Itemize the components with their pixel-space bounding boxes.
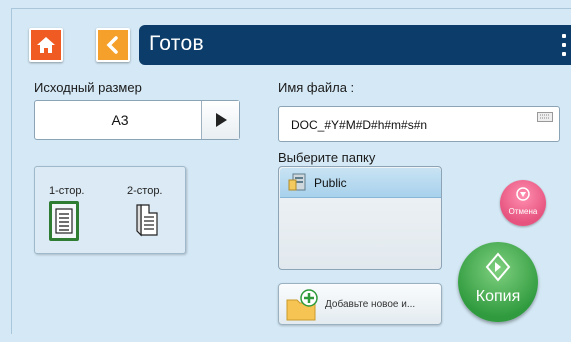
add-folder-label: Добавьте новое и... <box>325 299 416 310</box>
original-size-value: A3 <box>111 112 129 128</box>
add-folder-button[interactable]: Добавьте новое и... <box>278 283 442 325</box>
two-sided-document-icon <box>136 204 158 237</box>
add-folder-icon <box>286 289 318 321</box>
title-bar: Готов <box>139 25 571 65</box>
folder-item-label: Public <box>314 176 347 190</box>
home-button[interactable] <box>29 28 63 62</box>
two-sided-option[interactable] <box>135 203 159 242</box>
filename-label: Имя файла : <box>278 80 355 95</box>
copy-button[interactable]: Копия <box>458 242 538 322</box>
cancel-button[interactable]: Отмена <box>500 180 546 226</box>
size-next-button[interactable] <box>201 101 239 139</box>
more-vert-icon[interactable] <box>561 34 567 56</box>
play-arrow-icon <box>215 113 227 127</box>
document-icon <box>55 208 73 234</box>
original-size-label: Исходный размер <box>34 80 142 95</box>
keyboard-icon <box>537 112 553 122</box>
two-sided-label: 2-стор. <box>127 185 163 197</box>
home-icon <box>37 37 55 53</box>
original-size-selector[interactable]: A3 <box>34 100 240 140</box>
chevron-left-icon <box>106 36 118 54</box>
filename-value: DOC_#Y#M#D#h#m#s#n <box>291 118 428 132</box>
folder-list[interactable]: Public <box>278 166 442 270</box>
back-button[interactable] <box>96 28 130 62</box>
one-sided-label: 1-стор. <box>49 185 85 197</box>
filename-field[interactable]: DOC_#Y#M#D#h#m#s#n <box>278 106 560 142</box>
stop-icon <box>516 187 530 201</box>
sides-panel: 1-стор. 2-стор. <box>34 166 186 254</box>
cancel-label: Отмена <box>508 207 538 216</box>
one-sided-option[interactable] <box>49 201 79 241</box>
start-diamond-icon <box>485 252 511 282</box>
select-folder-label: Выберите папку <box>278 150 376 165</box>
page-title: Готов <box>149 32 204 55</box>
folder-item-public[interactable]: Public <box>280 168 441 198</box>
server-folder-icon <box>288 173 306 191</box>
copy-label: Копия <box>475 288 521 305</box>
